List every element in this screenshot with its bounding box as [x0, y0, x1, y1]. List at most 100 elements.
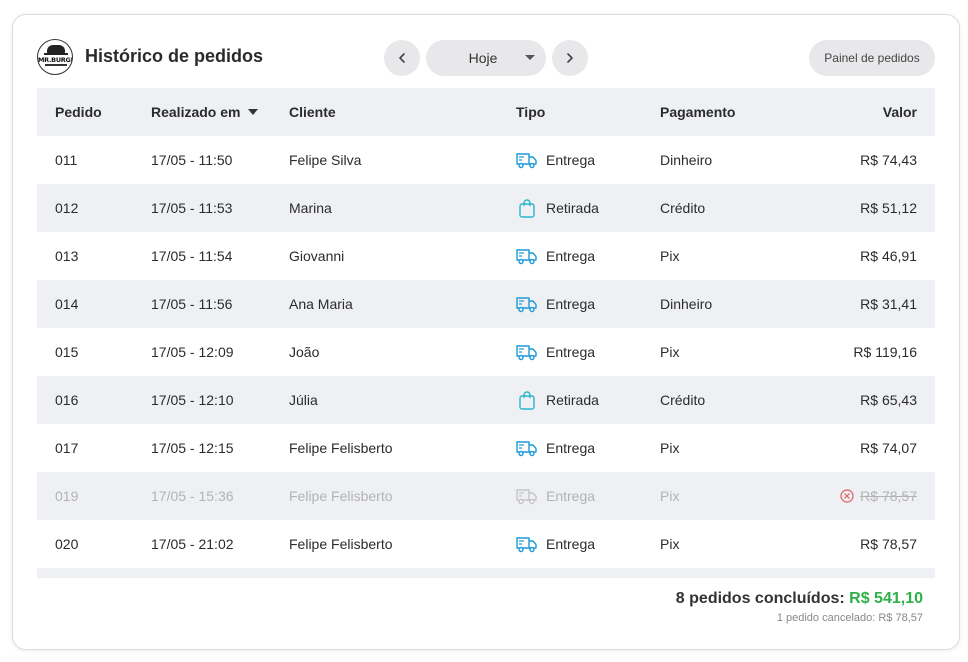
order-date: 17/05 - 11:54 [151, 248, 233, 264]
order-id: 019 [55, 488, 79, 504]
order-type-label: Entrega [546, 488, 596, 504]
order-payment: Crédito [660, 392, 706, 408]
table-row[interactable]: 017 17/05 - 12:15 Felipe Felisberto Entrega… [37, 424, 935, 472]
order-value-amount: R$ 119,16 [853, 344, 917, 360]
delivery-truck-icon [516, 342, 538, 362]
order-type: Retirada [516, 184, 599, 232]
order-type: Retirada [516, 376, 599, 424]
table-row[interactable]: 013 17/05 - 11:54 Giovanni Entrega Pix R$ 46,… [37, 232, 935, 280]
chevron-left-icon [399, 53, 405, 63]
order-id: 012 [55, 200, 79, 216]
date-filter-select[interactable]: Hoje [426, 40, 546, 76]
order-client: Felipe Felisberto [289, 536, 393, 552]
page-title: Histórico de pedidos [85, 46, 264, 66]
order-type-label: Retirada [546, 200, 599, 216]
orders-panel-button[interactable]: Painel de pedidos [809, 40, 935, 76]
order-payment: Pix [660, 440, 680, 456]
order-type-label: Entrega [546, 440, 596, 456]
previous-day-button[interactable] [384, 40, 420, 76]
order-type-label: Entrega [546, 296, 596, 312]
chevron-right-icon [567, 53, 573, 63]
order-type: Entrega [516, 472, 595, 520]
table-row[interactable]: 011 17/05 - 11:50 Felipe Silva Entrega Dinhe… [37, 136, 935, 184]
column-header-realizado[interactable]: Realizado em [151, 88, 259, 136]
column-header-cliente: Cliente [289, 104, 336, 120]
order-value: R$ 65,43 [860, 376, 917, 424]
column-header-tipo: Tipo [516, 104, 546, 120]
orders-table: Pedido Realizado em Cliente Tipo Pagamen… [37, 88, 935, 578]
order-value: R$ 74,07 [860, 424, 917, 472]
delivery-truck-icon [516, 486, 538, 506]
order-value-amount: R$ 31,41 [860, 296, 917, 312]
order-type-label: Entrega [546, 536, 596, 552]
next-day-button[interactable] [552, 40, 588, 76]
order-date: 17/05 - 11:50 [151, 152, 233, 168]
cancelled-icon [840, 489, 854, 503]
order-value: R$ 51,12 [860, 184, 917, 232]
shopping-bag-icon [516, 390, 538, 410]
order-type: Entrega [516, 136, 595, 184]
order-id: 014 [55, 296, 79, 312]
order-value: R$ 74,43 [860, 136, 917, 184]
order-value: R$ 78,57 [860, 520, 917, 568]
order-value-amount: R$ 78,57 [860, 536, 917, 552]
order-client: Felipe Silva [289, 152, 362, 168]
order-id: 017 [55, 440, 79, 456]
order-client: Felipe Felisberto [289, 440, 393, 456]
order-value: R$ 31,41 [860, 280, 917, 328]
table-row[interactable]: 019 17/05 - 15:36 Felipe Felisberto Entrega… [37, 472, 935, 520]
caret-down-icon [525, 55, 535, 60]
table-row[interactable]: 015 17/05 - 12:09 João Entrega Pix R$ 119,16 [37, 328, 935, 376]
table-row-partial [37, 568, 935, 578]
order-client: Ana Maria [289, 296, 353, 312]
order-value: R$ 46,91 [860, 232, 917, 280]
order-value-amount: R$ 78,57 [860, 488, 917, 504]
order-type: Entrega [516, 280, 595, 328]
order-date: 17/05 - 12:10 [151, 392, 234, 408]
cancelled-note: 1 pedido cancelado: R$ 78,57 [776, 612, 923, 624]
logo-text: MR.BURGER [38, 56, 72, 64]
order-value-amount: R$ 51,12 [860, 200, 917, 216]
order-type-label: Retirada [546, 392, 599, 408]
order-date: 17/05 - 15:36 [151, 488, 234, 504]
column-header-pedido: Pedido [55, 104, 102, 120]
brand-logo: MR.BURGER [37, 39, 73, 75]
order-value-amount: R$ 74,43 [860, 152, 917, 168]
completed-total: R$ 541,10 [849, 590, 923, 607]
order-value: R$ 78,57 [840, 472, 917, 520]
order-client: Giovanni [289, 248, 345, 264]
order-client: João [289, 344, 320, 360]
order-value-amount: R$ 74,07 [860, 440, 917, 456]
order-type-label: Entrega [546, 152, 596, 168]
delivery-truck-icon [516, 150, 538, 170]
order-type: Entrega [516, 424, 595, 472]
delivery-truck-icon [516, 294, 538, 314]
table-row[interactable]: 012 17/05 - 11:53 Marina Retirada Crédito R$ … [37, 184, 935, 232]
column-header-realizado-label: Realizado em [151, 104, 241, 120]
order-payment: Pix [660, 488, 680, 504]
order-payment: Pix [660, 536, 680, 552]
order-type: Entrega [516, 328, 595, 376]
order-date: 17/05 - 12:09 [151, 344, 234, 360]
order-id: 013 [55, 248, 79, 264]
table-row[interactable]: 020 17/05 - 21:02 Felipe Felisberto Entrega… [37, 520, 935, 568]
completed-summary: 8 pedidos concluídos: R$ 541,10 [676, 590, 923, 608]
order-date: 17/05 - 12:15 [151, 440, 234, 456]
table-row[interactable]: 016 17/05 - 12:10 Júlia Retirada Crédito R$ 6… [37, 376, 935, 424]
table-row[interactable]: 014 17/05 - 11:56 Ana Maria Entrega Dinheiro… [37, 280, 935, 328]
delivery-truck-icon [516, 438, 538, 458]
table-header-row: Pedido Realizado em Cliente Tipo Pagamen… [37, 88, 935, 136]
order-payment: Dinheiro [660, 296, 713, 312]
order-id: 011 [55, 152, 78, 168]
order-payment: Crédito [660, 200, 706, 216]
orders-summary: 8 pedidos concluídos: R$ 541,10 1 pedido… [676, 590, 923, 624]
order-value-amount: R$ 65,43 [860, 392, 917, 408]
shopping-bag-icon [516, 198, 538, 218]
column-header-pagamento: Pagamento [660, 104, 736, 120]
order-type: Entrega [516, 520, 595, 568]
order-id: 016 [55, 392, 79, 408]
order-value-amount: R$ 46,91 [860, 248, 917, 264]
order-client: Júlia [289, 392, 318, 408]
order-id: 015 [55, 344, 79, 360]
delivery-truck-icon [516, 246, 538, 266]
